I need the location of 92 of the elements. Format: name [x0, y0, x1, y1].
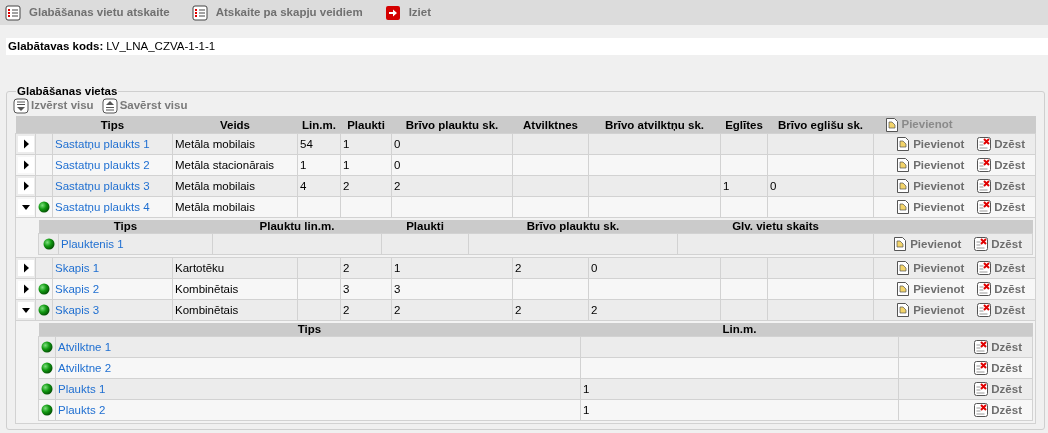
column-header: Plauktu lin.m. — [212, 220, 382, 234]
add-button[interactable]: Pievienot — [895, 156, 965, 174]
table-cell: 0 — [770, 179, 777, 192]
storage-code-label: Glabātavas kods: — [8, 38, 104, 54]
delete-button[interactable]: Dzēst — [976, 198, 1025, 216]
table-cell: 2 — [343, 179, 350, 192]
table-cell: 2 — [515, 261, 522, 274]
column-header: Lin.m. — [297, 116, 341, 134]
table-cell: 2 — [515, 303, 522, 316]
column-header: Plaukti — [340, 116, 392, 134]
table-cell: Kombinētais — [175, 303, 239, 316]
delete-document-icon — [973, 339, 990, 356]
column-header: Veids — [172, 116, 298, 134]
table-cell: 2 — [394, 179, 401, 192]
table-cell: 0 — [394, 137, 401, 150]
table-cell: 54 — [300, 137, 313, 150]
table-cell: Metāla stacionārais — [175, 158, 275, 171]
panel-title: Glabāšanas vietas — [16, 85, 119, 98]
table-cell: 1 — [300, 158, 307, 171]
add-document-icon — [895, 136, 912, 153]
column-header: Brīvo plauktu sk. — [468, 220, 678, 234]
column-header: Brīvo plauktu sk. — [391, 116, 513, 134]
table-cell: Kombinētais — [175, 282, 239, 295]
table-cell: 1 — [583, 382, 590, 395]
table-cell: Kartotēku — [175, 261, 225, 274]
report-button[interactable]: Glabāšanas vietu atskaite — [5, 3, 170, 22]
delete-button[interactable]: Dzēst — [976, 135, 1025, 153]
table-cell: Metāla mobilais — [175, 179, 255, 192]
delete-document-icon — [976, 178, 993, 195]
exit-button[interactable]: Iziet — [384, 3, 432, 22]
delete-button[interactable]: Dzēst — [976, 280, 1025, 298]
column-header: Eglītes — [720, 116, 768, 134]
add-button[interactable]: Pievienot — [895, 259, 965, 277]
delete-button[interactable]: Dzēst — [973, 235, 1022, 253]
delete-document-icon — [976, 136, 993, 153]
table-cell: 1 — [394, 261, 401, 274]
delete-button[interactable]: Dzēst — [976, 177, 1025, 195]
column-header: Brīvo eglišu sk. — [767, 116, 874, 134]
table-cell: 1 — [343, 158, 350, 171]
add-button[interactable]: Pievienot — [895, 198, 965, 216]
column-header: Tips — [38, 220, 213, 234]
table-cell: 4 — [300, 179, 307, 192]
storage-code-value: LV_LNA_CZVA-1-1-1 — [106, 38, 216, 54]
delete-document-icon — [973, 236, 990, 253]
table-cell: Metāla mobilais — [175, 200, 255, 213]
add-document-icon — [895, 178, 912, 195]
table-cell: 1 — [343, 137, 350, 150]
add-button[interactable]: Pievienot — [892, 235, 962, 253]
delete-document-icon — [976, 260, 993, 277]
table-cell: 2 — [591, 303, 598, 316]
list-icon — [191, 4, 208, 21]
table-cell: 1 — [723, 179, 730, 192]
add-button[interactable]: Pievienot — [895, 135, 965, 153]
list-icon — [5, 4, 21, 21]
item-link[interactable]: Atvilktne 2 — [58, 361, 112, 374]
column-header: Atvilktnes — [512, 116, 589, 134]
expand-icon — [13, 98, 29, 114]
add-document-icon — [895, 302, 912, 319]
table-cell: 2 — [394, 303, 401, 316]
add-document-icon — [895, 260, 912, 277]
collapse-icon — [101, 98, 118, 114]
delete-button[interactable]: Dzēst — [976, 259, 1025, 277]
table-cell: 0 — [591, 261, 598, 274]
table-cell: 0 — [394, 158, 401, 171]
table-cell: 2 — [343, 303, 350, 316]
table-cell: 3 — [343, 282, 350, 295]
delete-document-icon — [973, 381, 990, 398]
column-header: Plaukti — [381, 220, 469, 234]
add-document-icon — [883, 116, 900, 133]
column-header: Tips — [52, 116, 173, 134]
item-link[interactable]: Plaukts 1 — [58, 382, 106, 395]
item-link[interactable]: Plaukts 2 — [58, 403, 106, 416]
expand-all-button[interactable]: Izvērst visu — [13, 97, 94, 115]
table-cell: Metāla mobilais — [175, 137, 255, 150]
delete-button[interactable]: Dzēst — [976, 301, 1025, 319]
delete-button[interactable]: Dzēst — [976, 156, 1025, 174]
column-header: Brīvo atvilktņu sk. — [588, 116, 721, 134]
collapse-all-button[interactable]: Savērst visu — [101, 97, 188, 115]
column-header: Glv. vietu skaits — [677, 220, 874, 234]
column-header: Tips — [38, 323, 581, 337]
table-cell: 1 — [583, 403, 590, 416]
add-document-icon — [892, 236, 909, 253]
item-link[interactable]: Atvilktne 1 — [58, 340, 112, 353]
delete-document-icon — [976, 302, 993, 319]
add-button[interactable]: Pievienot — [895, 280, 965, 298]
column-header: Lin.m. — [580, 323, 899, 337]
table-cell: 2 — [343, 261, 350, 274]
report-button[interactable]: Atskaite pa skapju veidiem — [191, 3, 363, 22]
exit-icon — [384, 4, 401, 21]
add-button[interactable]: Pievienot — [895, 301, 965, 319]
table-cell: 3 — [394, 282, 401, 295]
add-button[interactable]: Pievienot — [895, 177, 965, 195]
